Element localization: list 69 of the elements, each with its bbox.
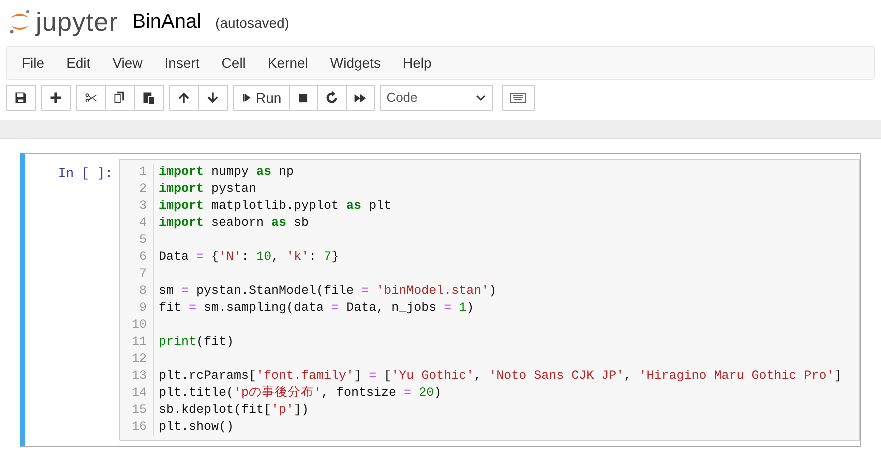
menu-item[interactable]: Insert: [154, 52, 211, 74]
save-button[interactable]: [6, 85, 36, 111]
stop-button[interactable]: [290, 85, 318, 111]
logo-icon: [8, 8, 32, 36]
logo-text: jupyter: [36, 9, 119, 35]
notebook-name[interactable]: BinAnal: [132, 7, 202, 37]
line-number: 3: [138, 198, 147, 215]
code-line: plt.title('pの事後分布', fontsize = 20): [159, 386, 442, 400]
fast-forward-button[interactable]: [346, 85, 375, 111]
move-up-button[interactable]: [169, 85, 199, 111]
fast-forward-icon: [354, 92, 367, 104]
chevron-down-icon: [476, 94, 486, 102]
menu-item[interactable]: Widgets: [319, 52, 392, 74]
line-number: 4: [138, 215, 147, 232]
clipboard-icon: [142, 91, 156, 105]
restart-icon: [324, 91, 339, 105]
paste-button[interactable]: [135, 85, 164, 111]
code-line: sm = pystan.StanModel(file = 'binModel.stan'): [159, 284, 497, 298]
code-line: fit = sm.sampling(data = Data, n_jobs = 1): [159, 301, 474, 315]
stop-icon: [296, 92, 310, 104]
code-editor[interactable]: [119, 159, 860, 441]
code-line: import seaborn as sb: [159, 216, 310, 230]
save-icon: [14, 91, 28, 105]
menu-item[interactable]: Help: [392, 52, 443, 74]
line-number: 6: [138, 249, 147, 266]
line-number: 15: [130, 402, 147, 419]
line-number: 2: [138, 181, 147, 198]
move-down-button[interactable]: [199, 85, 228, 111]
restart-button[interactable]: [318, 85, 347, 111]
insert-cell-button[interactable]: [41, 85, 71, 111]
line-number: 5: [138, 232, 147, 249]
copy-button[interactable]: [106, 85, 135, 111]
arrow-down-icon: [206, 91, 220, 105]
code-line: plt.show(): [159, 420, 234, 434]
menu-item[interactable]: File: [11, 52, 56, 74]
cell-type-select[interactable]: Code: [380, 85, 493, 111]
code-line: plt.rcParams['font.family'] = ['Yu Gothic', 'Noto Sans CJK JP', 'Hiragino Maru Gothic Pro']: [159, 369, 842, 383]
code-line: import matplotlib.pyplot as plt: [159, 199, 392, 213]
scissors-icon: [84, 91, 98, 105]
plus-icon: [49, 91, 63, 105]
code-line: import pystan: [159, 182, 257, 196]
menu-item[interactable]: Edit: [56, 52, 102, 74]
input-prompt: In [ ]:: [57, 165, 114, 183]
keyboard-button[interactable]: [502, 85, 535, 111]
line-number: 9: [138, 300, 147, 317]
step-icon: [241, 92, 253, 104]
line-number: 16: [130, 419, 147, 436]
menu-item[interactable]: Kernel: [256, 52, 320, 74]
menu-item[interactable]: Cell: [210, 52, 257, 74]
line-number: 14: [130, 385, 147, 402]
cut-button[interactable]: [76, 85, 106, 111]
line-number: 7: [138, 266, 147, 283]
arrow-up-icon: [177, 91, 191, 105]
code-line: sb.kdeplot(fit['p']): [159, 403, 310, 417]
copy-icon: [113, 91, 127, 105]
line-number: 12: [130, 351, 147, 368]
code-line: print(fit): [159, 335, 234, 349]
code-line: Data = {'N': 10, 'k': 7}: [159, 250, 340, 264]
menu-item[interactable]: View: [102, 52, 154, 74]
line-number: 13: [130, 368, 147, 385]
run-button[interactable]: Run: [233, 85, 290, 111]
line-number: 8: [138, 283, 147, 300]
keyboard-icon: [510, 93, 526, 103]
line-number: 1: [138, 164, 147, 181]
line-number: 10: [130, 317, 147, 334]
save-status: (autosaved): [216, 14, 290, 33]
line-number: 11: [130, 334, 147, 351]
code-cell[interactable]: [20, 153, 861, 447]
code-line: import numpy as np: [159, 165, 294, 179]
